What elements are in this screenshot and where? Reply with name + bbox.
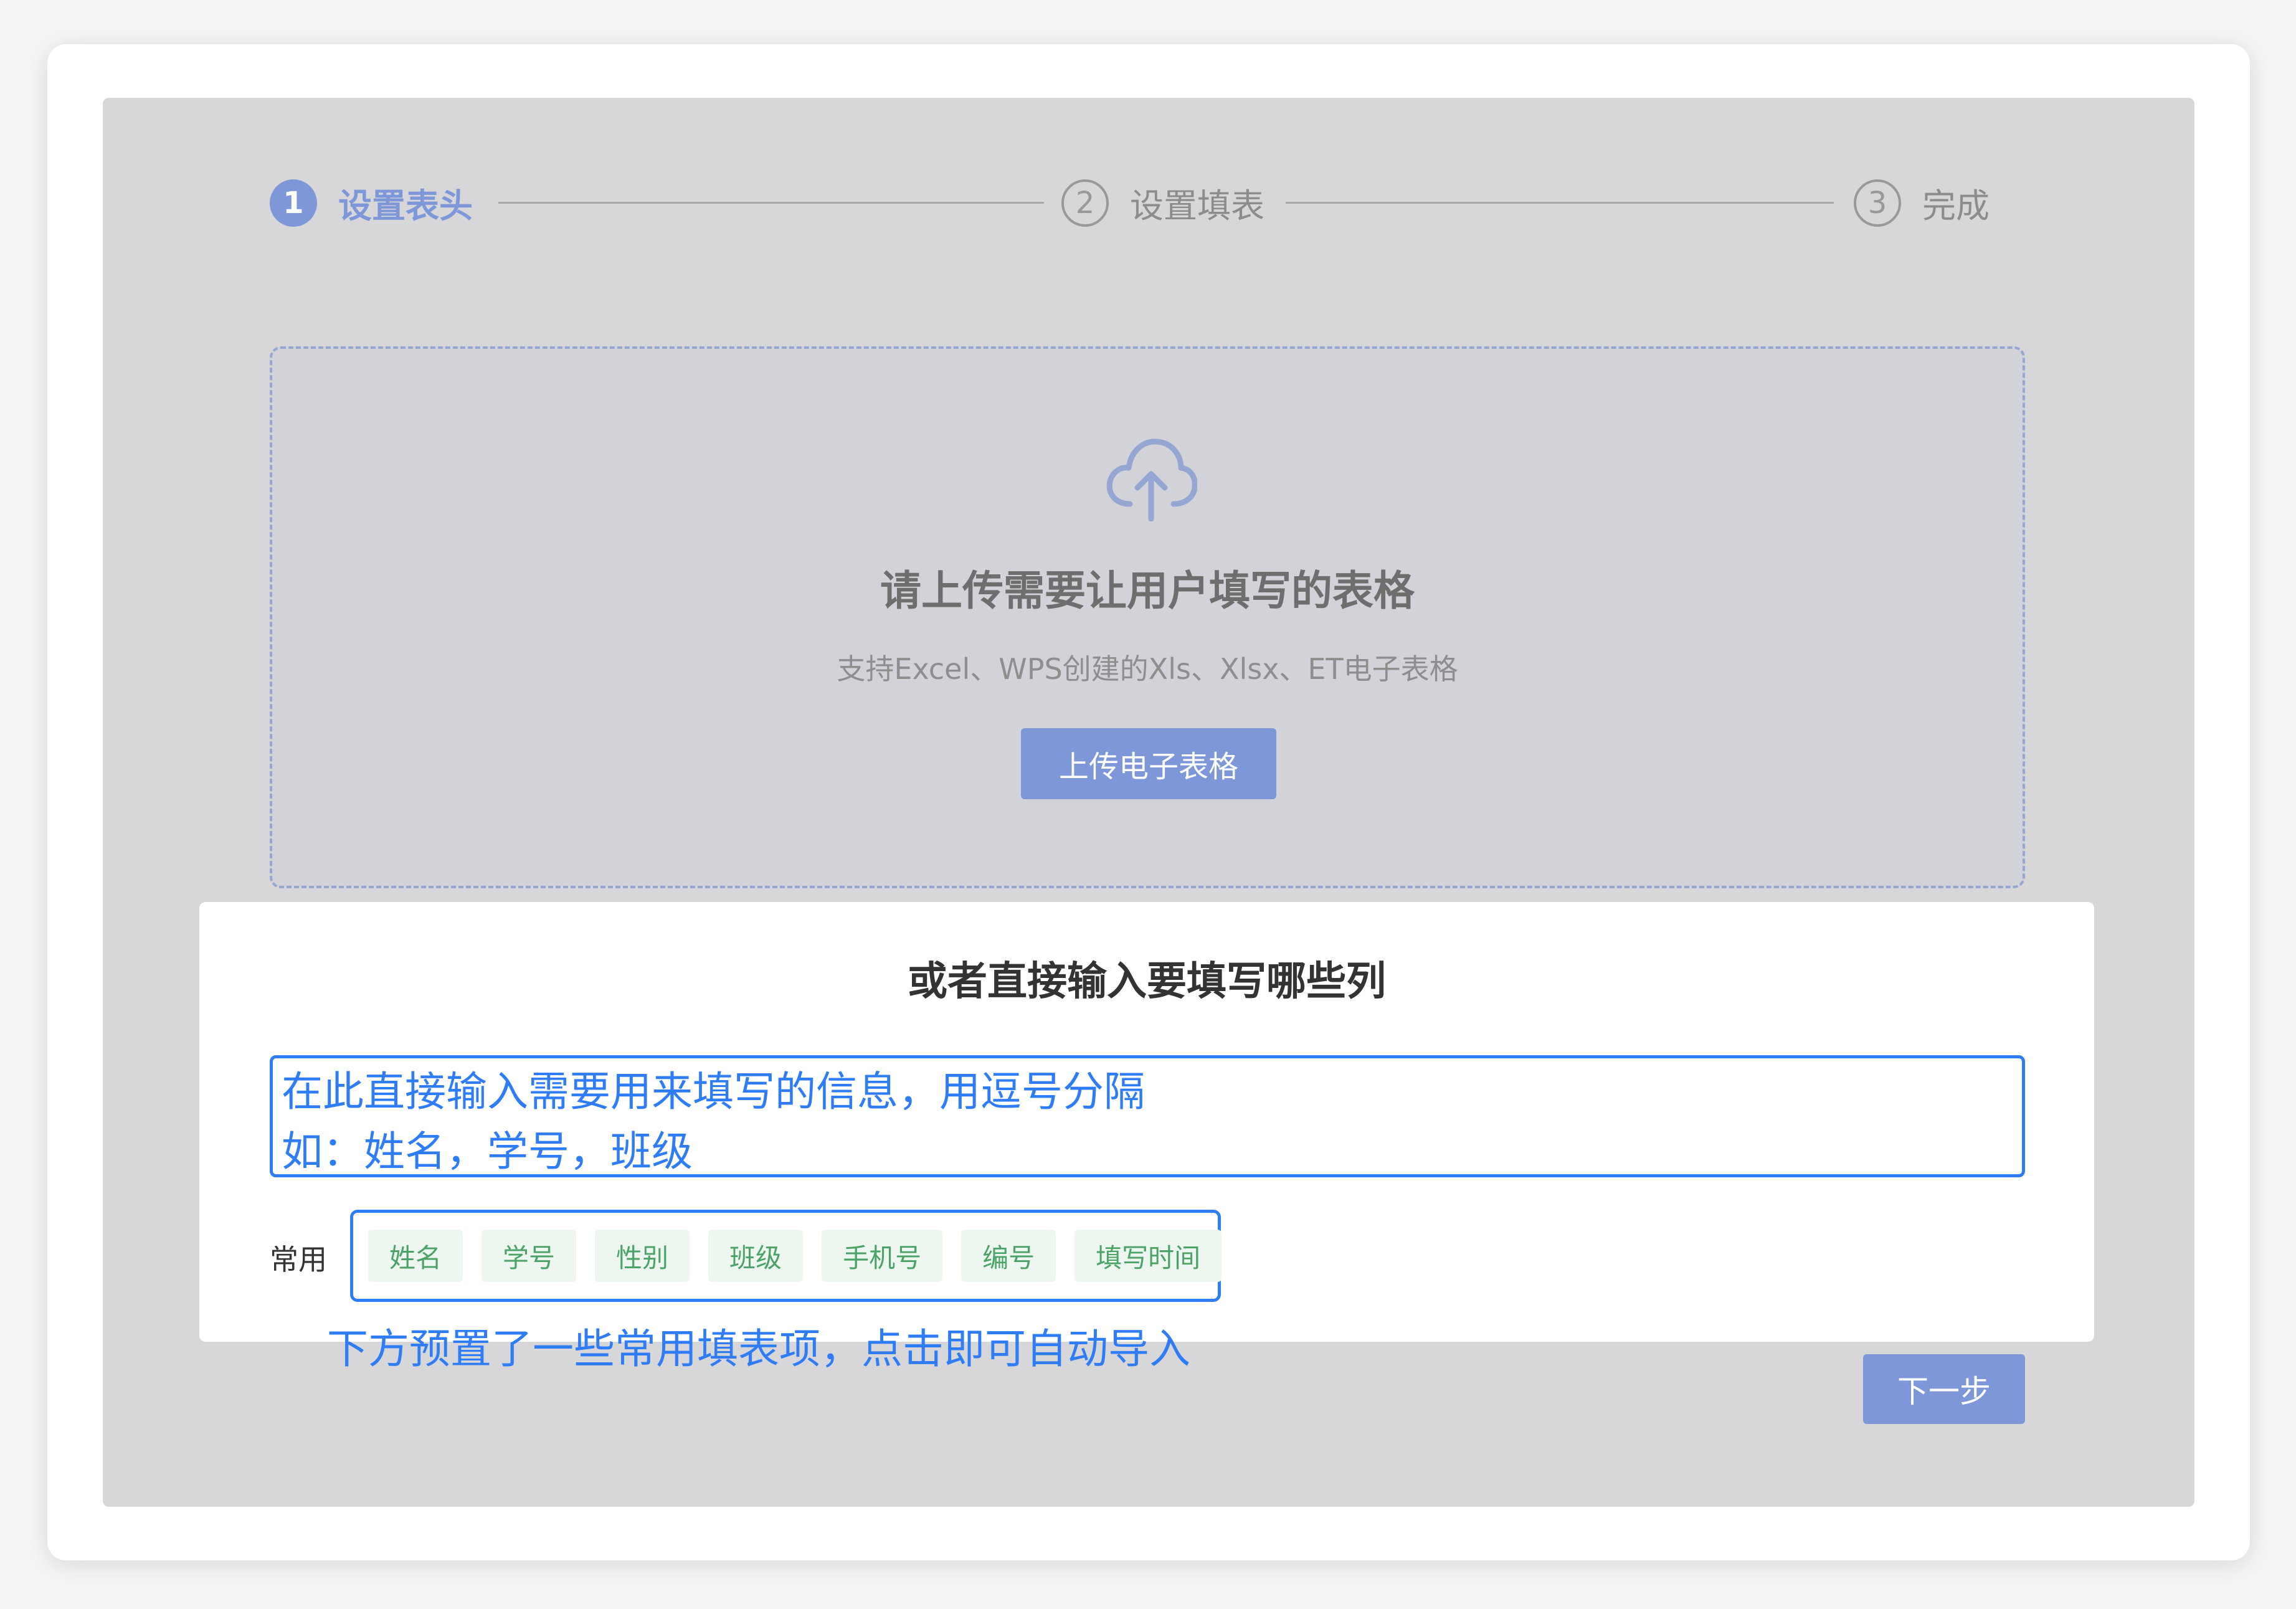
step-set-header[interactable]: 1 设置表头 xyxy=(270,178,473,227)
tag-name[interactable]: 姓名 xyxy=(368,1230,463,1282)
upload-subtitle: 支持Excel、WPS创建的Xls、Xlsx、ET电子表格 xyxy=(837,652,1458,686)
step-label-set-fill: 设置填表 xyxy=(1130,186,1264,225)
step-number-3: 3 xyxy=(1854,179,1901,227)
next-step-button[interactable]: 下一步 xyxy=(1863,1354,2025,1424)
tags-annotation: 下方预置了一些常用填表项，点击即可自动导入 xyxy=(327,1325,1190,1373)
common-label: 常用 xyxy=(270,1243,327,1276)
common-tags-group: 姓名 学号 性别 班级 手机号 编号 填写时间 xyxy=(350,1210,1222,1302)
columns-input[interactable] xyxy=(270,1055,2025,1177)
cloud-upload-icon xyxy=(1106,439,1197,521)
tag-student-id[interactable]: 学号 xyxy=(481,1230,577,1282)
tag-class[interactable]: 班级 xyxy=(708,1230,804,1282)
step-number-1: 1 xyxy=(270,179,317,227)
tag-gender[interactable]: 性别 xyxy=(595,1230,690,1282)
tag-phone[interactable]: 手机号 xyxy=(822,1230,943,1282)
upload-title: 请上传需要让用户填写的表格 xyxy=(880,567,1415,615)
tag-number[interactable]: 编号 xyxy=(961,1230,1056,1282)
direct-input-panel: 或者直接输入要填写哪些列 常用 姓名 学号 性别 班级 手机号 编号 填写时间 xyxy=(199,902,2094,1342)
step-connector xyxy=(1286,202,1834,204)
upload-dropzone[interactable]: 请上传需要让用户填写的表格 支持Excel、WPS创建的Xls、Xlsx、ET电… xyxy=(270,346,2025,888)
step-label-set-header: 设置表头 xyxy=(338,186,473,225)
step-set-fill[interactable]: 2 设置填表 xyxy=(1061,178,1264,227)
step-complete[interactable]: 3 完成 xyxy=(1854,178,1990,227)
step-number-2: 2 xyxy=(1061,179,1109,227)
tag-fill-time[interactable]: 填写时间 xyxy=(1074,1230,1222,1282)
direct-input-title: 或者直接输入要填写哪些列 xyxy=(908,959,1386,1005)
step-label-complete: 完成 xyxy=(1922,186,1990,225)
step-connector xyxy=(498,202,1044,204)
upload-spreadsheet-button[interactable]: 上传电子表格 xyxy=(1021,728,1276,799)
